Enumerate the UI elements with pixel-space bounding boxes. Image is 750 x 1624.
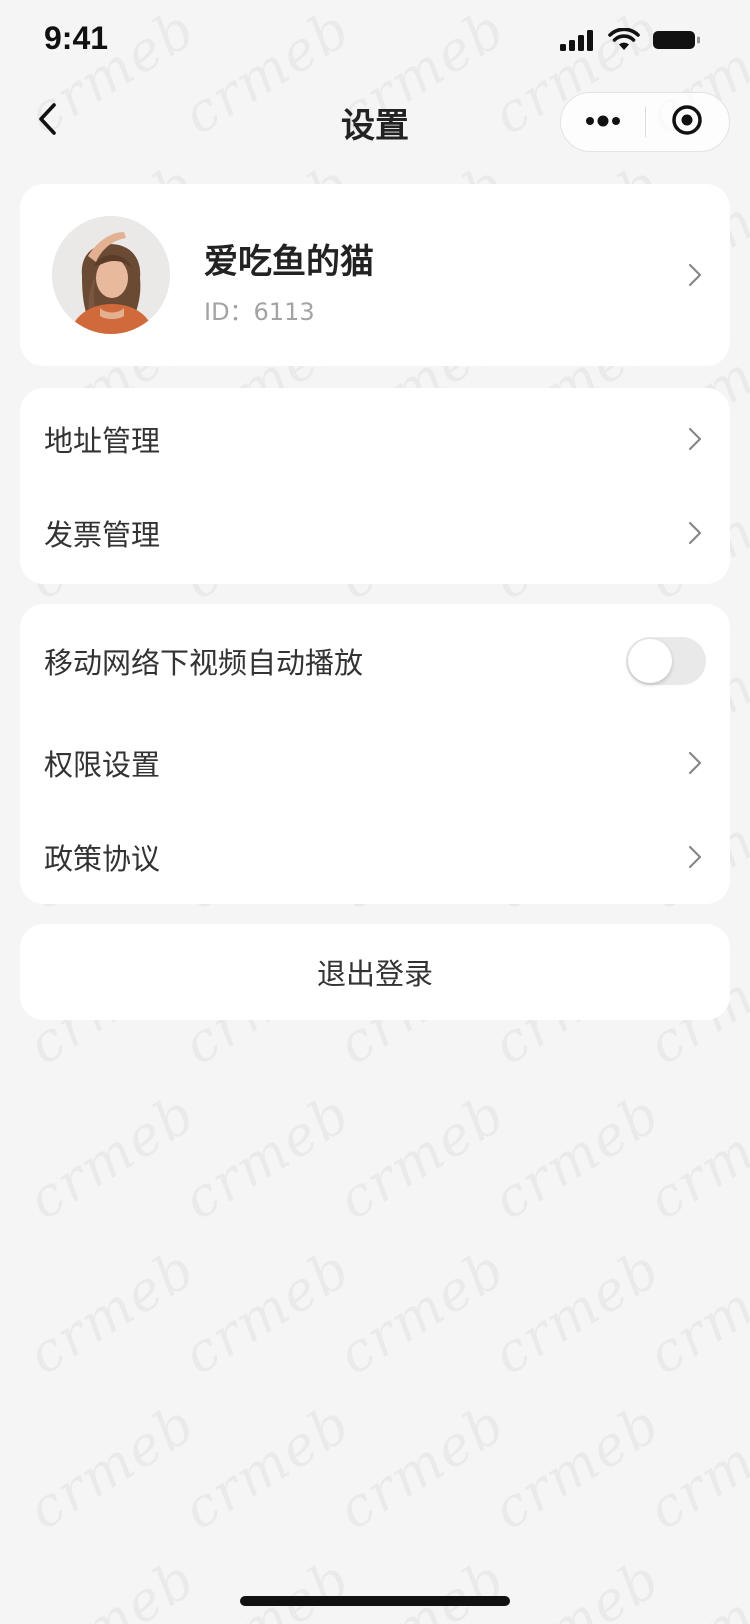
status-bar: 9:41 bbox=[0, 0, 750, 80]
watermark-text: crmeb bbox=[17, 1391, 206, 1542]
watermark-text: crmeb bbox=[327, 1081, 516, 1232]
profile-card[interactable]: 爱吃鱼的猫 ID：6113 bbox=[20, 184, 730, 366]
nav-bar: 设置 bbox=[0, 88, 750, 156]
menu-item-label: 移动网络下视频自动播放 bbox=[44, 646, 364, 680]
menu-item-policy[interactable]: 政策协议 bbox=[20, 810, 730, 904]
watermark-text: crmeb bbox=[482, 1391, 671, 1542]
menu-item-invoice[interactable]: 发票管理 bbox=[20, 486, 730, 580]
watermark-text: crmeb bbox=[172, 1546, 361, 1624]
watermark-text: crmeb bbox=[327, 1546, 516, 1624]
menu-item-label: 地址管理 bbox=[44, 424, 161, 458]
watermark-text: crmeb bbox=[637, 1391, 750, 1542]
logout-label: 退出登录 bbox=[316, 957, 433, 991]
chevron-right-icon bbox=[684, 521, 706, 545]
chevron-right-icon bbox=[684, 751, 706, 775]
menu-group-addresses: 地址管理 发票管理 bbox=[20, 388, 730, 584]
target-icon bbox=[670, 103, 704, 141]
profile-id: ID：6113 bbox=[204, 298, 315, 326]
watermark-text: crmeb bbox=[172, 1081, 361, 1232]
more-dots-icon bbox=[585, 113, 621, 132]
mini-program-capsule bbox=[560, 92, 730, 152]
watermark-text: crmeb bbox=[327, 1236, 516, 1387]
watermark-text: crmeb bbox=[17, 1546, 206, 1624]
status-icons bbox=[560, 27, 702, 56]
watermark-text: crmeb bbox=[482, 1236, 671, 1387]
wifi-icon bbox=[608, 27, 640, 56]
menu-item-label: 权限设置 bbox=[44, 748, 161, 782]
menu-group-settings: 移动网络下视频自动播放 权限设置 政策协议 bbox=[20, 604, 730, 904]
menu-item-label: 政策协议 bbox=[44, 842, 161, 876]
menu-item-label: 发票管理 bbox=[44, 518, 161, 552]
menu-item-address[interactable]: 地址管理 bbox=[20, 392, 730, 486]
home-indicator bbox=[240, 1596, 510, 1606]
more-button[interactable] bbox=[561, 93, 645, 151]
watermark-text: crmeb bbox=[172, 1391, 361, 1542]
watermark-text: crmeb bbox=[172, 1236, 361, 1387]
close-miniprogram-button[interactable] bbox=[646, 93, 730, 151]
chevron-right-icon bbox=[684, 845, 706, 869]
avatar bbox=[52, 216, 170, 334]
watermark-text: crmeb bbox=[17, 1236, 206, 1387]
watermark-text: crmeb bbox=[482, 1081, 671, 1232]
autoplay-toggle[interactable] bbox=[626, 637, 706, 685]
watermark-text: crmeb bbox=[637, 1546, 750, 1624]
watermark-text: crmeb bbox=[637, 1081, 750, 1232]
watermark-text: crmeb bbox=[17, 1081, 206, 1232]
menu-item-autoplay: 移动网络下视频自动播放 bbox=[20, 614, 730, 708]
watermark-text: crmeb bbox=[327, 1391, 516, 1542]
profile-name: 爱吃鱼的猫 bbox=[204, 242, 374, 282]
settings-page: crmebcrmebcrmebcrmebcrmebcrmebcrmebcrmeb… bbox=[0, 0, 750, 1624]
chevron-right-icon bbox=[684, 427, 706, 451]
signal-icon bbox=[560, 29, 596, 55]
menu-item-permissions[interactable]: 权限设置 bbox=[20, 716, 730, 810]
status-time: 9:41 bbox=[44, 20, 109, 56]
watermark-text: crmeb bbox=[637, 1236, 750, 1387]
battery-icon bbox=[652, 29, 702, 55]
logout-button[interactable]: 退出登录 bbox=[20, 924, 730, 1020]
watermark-text: crmeb bbox=[482, 1546, 671, 1624]
toggle-knob bbox=[628, 639, 672, 683]
chevron-right-icon bbox=[684, 263, 706, 287]
